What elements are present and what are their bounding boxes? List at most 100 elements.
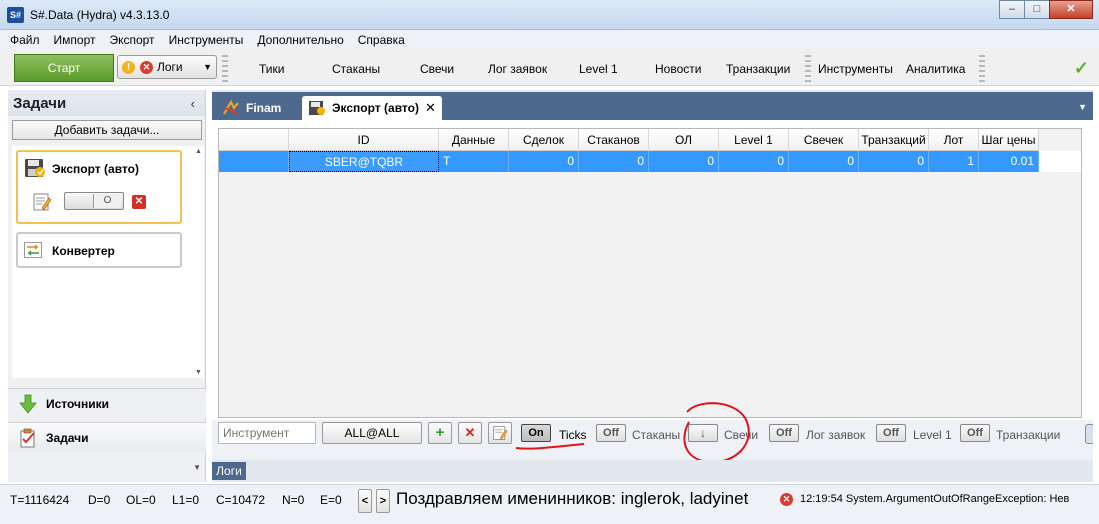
tab-export-auto[interactable]: Экспорт (авто) ✕ <box>302 96 442 120</box>
row-cell-id[interactable]: SBER@TQBR <box>289 151 439 172</box>
status-level1: L1=0 <box>172 493 200 507</box>
col-header-rowsel <box>219 129 289 151</box>
col-header-trades[interactable]: Сделок <box>509 129 579 151</box>
menu-file[interactable]: Файл <box>10 33 40 47</box>
col-header-depths[interactable]: Стаканов <box>579 129 649 151</box>
toolbar-grip-icon[interactable] <box>221 52 229 86</box>
start-button[interactable]: Старт <box>14 54 114 82</box>
toggle-candles[interactable]: ↓ <box>688 424 718 442</box>
toolbar-tab-instruments[interactable]: Инструменты <box>818 62 893 76</box>
toolbar-tab-depths[interactable]: Стаканы <box>332 62 380 76</box>
delete-task-icon[interactable]: ✕ <box>132 195 146 209</box>
window-title: S#.Data (Hydra) v4.3.13.0 <box>30 8 170 22</box>
remove-security-button[interactable]: ✕ <box>458 422 482 444</box>
row-cell-trades[interactable]: 0 <box>509 151 579 172</box>
menu-help[interactable]: Справка <box>358 33 405 47</box>
window-titlebar: S# S#.Data (Hydra) v4.3.13.0 – □ ✕ <box>0 0 1099 30</box>
toolbar-tab-transactions[interactable]: Транзакции <box>726 62 790 76</box>
nav-sources-label: Источники <box>46 396 110 411</box>
row-cell-rowsel <box>219 151 289 172</box>
toggle-candles-label: Свечи <box>724 428 759 442</box>
close-tab-icon[interactable]: ✕ <box>425 100 436 116</box>
last-error-message[interactable]: 12:19:54 System.ArgumentOutOfRangeExcept… <box>800 493 1099 505</box>
minimize-button[interactable]: – <box>999 0 1025 19</box>
maximize-button[interactable]: □ <box>1024 0 1050 19</box>
task-card-export[interactable]: Экспорт (авто) O ✕ <box>16 150 182 224</box>
row-cell-level1[interactable]: 0 <box>719 151 789 172</box>
all-instruments-button[interactable]: ALL@ALL <box>322 422 422 444</box>
tasks-panel-title: Задачи <box>13 94 67 112</box>
export-task-content: ID Данные Сделок Стаканов ОЛ Level 1 Све… <box>212 120 1093 464</box>
menu-export[interactable]: Экспорт <box>109 33 154 47</box>
filter-scroll-handle[interactable] <box>1085 424 1093 444</box>
col-header-orderlog[interactable]: ОЛ <box>649 129 719 151</box>
toggle-transactions-label: Транзакции <box>996 428 1061 442</box>
logs-dropdown[interactable]: ! ✕ Логи ▼ <box>117 55 217 79</box>
tabs-menu-icon[interactable]: ▼ <box>1078 102 1087 112</box>
convert-icon <box>24 242 42 258</box>
grid-header: ID Данные Сделок Стаканов ОЛ Level 1 Све… <box>219 129 1039 151</box>
add-security-button[interactable]: + <box>428 422 452 444</box>
status-errors: E=0 <box>320 493 342 507</box>
row-cell-transactions[interactable]: 0 <box>859 151 929 172</box>
toolbar-tab-analytics[interactable]: Аналитика <box>906 62 965 76</box>
toggle-level1-label: Level 1 <box>913 428 952 442</box>
task-name: Конвертер <box>52 244 115 258</box>
toolbar-tab-candles[interactable]: Свечи <box>420 62 454 76</box>
tab-logs[interactable]: Логи <box>212 462 246 480</box>
row-cell-depths[interactable]: 0 <box>579 151 649 172</box>
nav-sources[interactable]: Источники <box>8 388 206 418</box>
scroll-down-icon[interactable]: ▼ <box>195 369 202 376</box>
toolbar-grip-icon[interactable] <box>978 52 986 86</box>
toggle-depths[interactable]: Off <box>596 424 626 442</box>
toolbar-grip-icon[interactable] <box>804 52 812 86</box>
row-cell-orderlog[interactable]: 0 <box>649 151 719 172</box>
row-cell-data[interactable]: T <box>439 151 509 172</box>
edit-security-button[interactable] <box>488 422 512 444</box>
menu-extra[interactable]: Дополнительно <box>257 33 343 47</box>
col-header-level1[interactable]: Level 1 <box>719 129 789 151</box>
add-task-button[interactable]: Добавить задачи... <box>12 120 202 140</box>
col-header-transactions[interactable]: Транзакций <box>859 129 929 151</box>
edit-icon[interactable] <box>32 192 52 212</box>
menu-import[interactable]: Импорт <box>54 33 96 47</box>
check-icon: ✓ <box>1073 58 1089 78</box>
download-arrow-icon <box>19 394 37 414</box>
row-cell-pricestep[interactable]: 0.01 <box>979 151 1039 172</box>
prev-message-button[interactable]: < <box>358 489 372 513</box>
toggle-orderlog[interactable]: Off <box>769 424 799 442</box>
col-header-lot[interactable]: Лот <box>929 129 979 151</box>
task-enable-toggle[interactable]: O <box>64 192 124 210</box>
toggle-transactions[interactable]: Off <box>960 424 990 442</box>
toolbar-tab-orderlog[interactable]: Лог заявок <box>488 62 547 76</box>
toggle-ticks[interactable]: On <box>521 424 551 442</box>
task-card-converter[interactable]: Конвертер <box>16 232 182 268</box>
task-name: Экспорт (авто) <box>52 162 139 176</box>
status-candles: C=10472 <box>216 493 266 507</box>
col-header-id[interactable]: ID <box>289 129 439 151</box>
task-list-scrollbar[interactable]: ▲ ▼ <box>193 146 205 378</box>
row-cell-candles[interactable]: 0 <box>789 151 859 172</box>
col-header-data[interactable]: Данные <box>439 129 509 151</box>
row-cell-lot[interactable]: 1 <box>929 151 979 172</box>
tab-finam[interactable]: Finam <box>216 96 287 120</box>
table-row[interactable]: SBER@TQBR T 0 0 0 0 0 0 1 0.01 <box>219 151 1081 172</box>
col-header-candles[interactable]: Свечек <box>789 129 859 151</box>
document-tabs: Finam Экспорт (авто) ✕ ▼ <box>212 92 1093 120</box>
close-window-button[interactable]: ✕ <box>1049 0 1093 19</box>
toggle-knob: O <box>93 194 121 208</box>
edit-icon <box>493 426 508 440</box>
scroll-up-icon[interactable]: ▲ <box>195 148 202 155</box>
menu-tools[interactable]: Инструменты <box>169 33 244 47</box>
toolbar-tab-ticks[interactable]: Тики <box>259 62 284 76</box>
toolbar-tab-level1[interactable]: Level 1 <box>579 62 618 76</box>
news-ticker: Поздравляем именинников: inglerok, ladyi… <box>396 489 749 508</box>
collapse-icon[interactable]: ‹ <box>191 96 195 111</box>
next-message-button[interactable]: > <box>376 489 390 513</box>
toolbar-tab-news[interactable]: Новости <box>655 62 701 76</box>
col-header-pricestep[interactable]: Шаг цены <box>979 129 1039 151</box>
nav-tasks[interactable]: Задачи <box>8 422 206 452</box>
chevron-down-icon[interactable]: ▼ <box>193 463 201 472</box>
instrument-input[interactable] <box>218 422 316 444</box>
toggle-level1[interactable]: Off <box>876 424 906 442</box>
